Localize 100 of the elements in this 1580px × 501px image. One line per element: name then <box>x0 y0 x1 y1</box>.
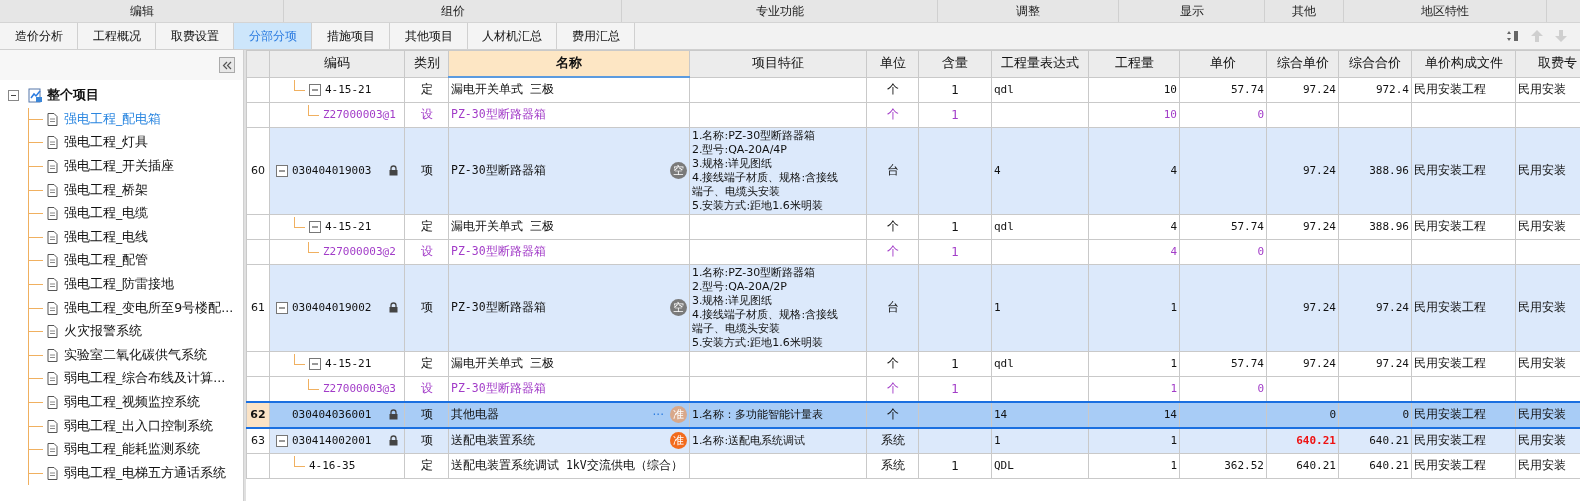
quantity-cell: 1 <box>1088 427 1180 453</box>
collapse-toggle[interactable] <box>309 83 321 96</box>
collapse-toggle[interactable] <box>276 434 288 447</box>
item-name: 送配电装置系统 <box>451 433 535 448</box>
tree-item[interactable]: 强电工程_电线 <box>64 228 149 246</box>
item-code: 4-16-35 <box>309 459 356 472</box>
item-name: PZ-30型断路器箱 <box>451 300 546 315</box>
collapse-toggle[interactable] <box>8 90 19 102</box>
unit-total-cell: 97.24 <box>1266 127 1339 214</box>
quantity-cell: 4 <box>1088 127 1180 214</box>
unit-cell: 台 <box>866 127 919 214</box>
tree-item[interactable]: 强电工程_灯具 <box>64 134 149 152</box>
expression-cell: 4 <box>991 127 1089 214</box>
total-cell: 0 <box>1338 401 1412 428</box>
item-name: PZ-30型断路器箱 <box>451 244 546 259</box>
column-header[interactable]: 单位 <box>866 50 919 77</box>
column-header[interactable]: 单价构成文件 <box>1411 50 1516 77</box>
tree-item[interactable]: 弱电工程_能耗监测系统 <box>64 441 201 459</box>
document-icon <box>47 160 58 174</box>
quantity-cell: 14 <box>1088 401 1180 428</box>
item-name: 漏电开关单式 三极 <box>451 82 554 98</box>
unit-cell: 个 <box>866 214 919 239</box>
item-code: Z27000003@2 <box>323 245 396 258</box>
column-header[interactable]: 取费专 <box>1515 50 1580 77</box>
row-number: 63 <box>246 427 270 453</box>
unit-cell: 个 <box>866 239 919 264</box>
tree-item[interactable]: 火灾报警系统 <box>64 323 142 341</box>
content-cell: 1 <box>918 214 992 239</box>
document-icon <box>47 183 58 197</box>
fee-cell: 民用安装 <box>1515 127 1580 214</box>
tree-item[interactable]: 强电工程_开关插座 <box>64 158 175 176</box>
quantity-cell: 1 <box>1088 453 1180 478</box>
document-icon <box>47 136 58 150</box>
collapse-button[interactable] <box>219 57 235 73</box>
tree-item[interactable]: 弱电工程_出入口控制系统 <box>64 417 214 435</box>
tree-item[interactable]: 强电工程_变电所至9号楼配... <box>64 299 234 317</box>
item-code: 4-15-21 <box>325 357 372 370</box>
menu-item[interactable]: 组价 <box>284 0 622 22</box>
category-cell: 设 <box>404 102 449 127</box>
document-icon <box>47 230 58 244</box>
collapse-toggle[interactable] <box>276 164 288 177</box>
collapse-toggle[interactable] <box>276 301 288 314</box>
column-header[interactable]: 项目特征 <box>689 50 867 77</box>
item-code: 030404036001 <box>292 408 372 421</box>
total-cell: 97.24 <box>1338 264 1412 351</box>
tree-item[interactable]: 强电工程_防雷接地 <box>64 276 175 294</box>
quantity-cell: 1 <box>1088 351 1180 376</box>
tree-item[interactable]: 实验室二氧化碳供气系统 <box>64 346 207 364</box>
column-header[interactable]: 工程量表达式 <box>991 50 1089 77</box>
menu-item[interactable]: 调整 <box>938 0 1119 22</box>
column-header[interactable]: 综合合价 <box>1338 50 1412 77</box>
menu-item[interactable]: 专业功能 <box>622 0 938 22</box>
category-cell: 定 <box>404 351 449 376</box>
file-cell: 民用安装工程 <box>1411 127 1516 214</box>
tree-item[interactable]: 整个项目 <box>47 87 99 105</box>
collapse-toggle[interactable] <box>309 357 321 370</box>
feature-line: 3.规格:详见图纸 <box>692 156 774 171</box>
document-icon <box>47 396 58 409</box>
category-cell: 项 <box>404 401 449 428</box>
document-icon <box>47 348 58 362</box>
status-badge: 准 <box>670 432 687 449</box>
item-name: 漏电开关单式 三极 <box>451 356 554 371</box>
item-name: 漏电开关单式 三极 <box>451 219 554 234</box>
tree-item[interactable]: 弱电工程_视频监控系统 <box>64 394 201 411</box>
document-icon <box>47 301 58 315</box>
price-cell: 362.52 <box>1179 453 1267 478</box>
expression-cell: qdl <box>991 214 1089 239</box>
item-name: PZ-30型断路器箱 <box>451 381 546 396</box>
tree-item[interactable]: 强电工程_配管 <box>64 252 149 270</box>
menu-item[interactable]: 编辑 <box>0 0 284 22</box>
menu-item[interactable]: 其他 <box>1265 0 1344 22</box>
category-cell: 定 <box>404 214 449 239</box>
column-header[interactable]: 综合单价 <box>1266 50 1339 77</box>
sort-icon[interactable] <box>1506 29 1520 43</box>
price-cell: 0 <box>1179 102 1267 127</box>
tree-item[interactable]: 强电工程_配电箱 <box>64 110 162 128</box>
tree-item[interactable]: 弱电工程_综合布线及计算... <box>64 370 226 388</box>
column-header[interactable]: 单价 <box>1179 50 1267 77</box>
item-name: 其他电器 <box>451 407 499 422</box>
unit-total-cell: 640.21 <box>1266 453 1339 478</box>
tree-item[interactable]: 弱电工程_电梯五方通话系统 <box>64 464 227 482</box>
row-number: 62 <box>246 401 270 428</box>
column-header[interactable]: 类别 <box>404 50 449 77</box>
feature-line: 1.名称:PZ-30型断路器箱 <box>692 128 817 143</box>
unit-cell: 个 <box>866 102 919 127</box>
tree-item[interactable]: 强电工程_电缆 <box>64 205 149 223</box>
quantity-cell: 10 <box>1088 102 1180 127</box>
tree-item[interactable]: 强电工程_桥架 <box>64 181 149 199</box>
column-header[interactable]: 含量 <box>918 50 992 77</box>
menu-item[interactable]: 显示 <box>1119 0 1265 22</box>
collapse-toggle[interactable] <box>309 220 321 233</box>
column-header[interactable]: 编码 <box>269 50 405 77</box>
column-header[interactable]: 工程量 <box>1088 50 1180 77</box>
feature-line: 3.规格:详见图纸 <box>692 293 774 308</box>
menu-item[interactable]: 地区特性 <box>1344 0 1547 22</box>
feature-line: 端子、电缆头安装 <box>692 321 781 336</box>
document-icon <box>47 325 58 339</box>
column-header[interactable]: 名称 <box>448 50 690 77</box>
fee-cell: 民用安装 <box>1515 401 1580 428</box>
price-cell: 57.74 <box>1179 214 1267 239</box>
